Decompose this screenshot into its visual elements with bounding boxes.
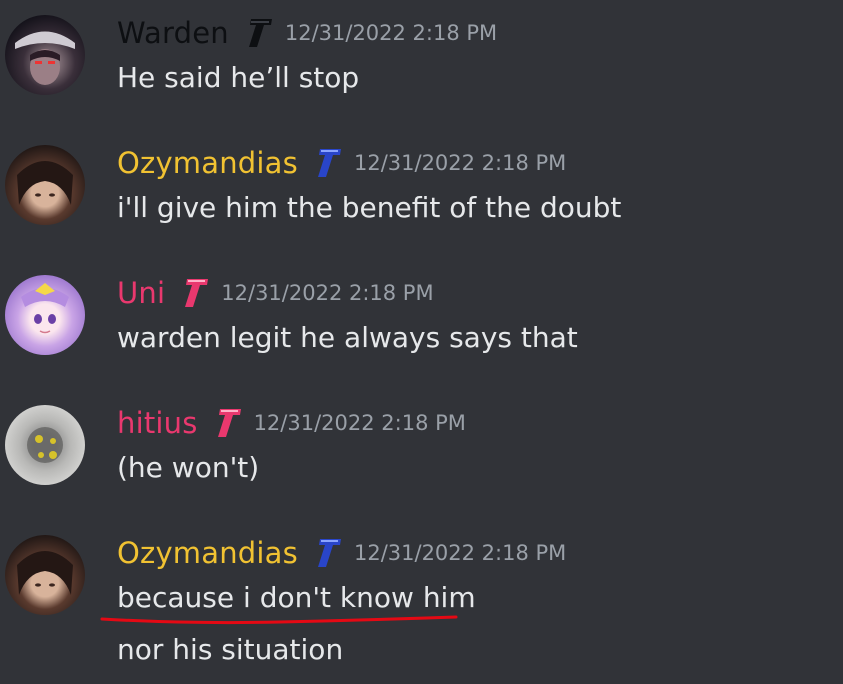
- timestamp[interactable]: 12/31/2022 2:18 PM: [354, 151, 566, 175]
- avatar[interactable]: [5, 275, 85, 355]
- t-badge-icon[interactable]: [179, 276, 211, 310]
- message-text: nor his situation: [117, 633, 344, 666]
- timestamp[interactable]: 12/31/2022 2:18 PM: [285, 21, 497, 45]
- timestamp[interactable]: 12/31/2022 2:18 PM: [221, 281, 433, 305]
- message-header: Ozymandias 12/31/2022 2:18 PM: [117, 533, 566, 573]
- username[interactable]: Uni: [117, 276, 165, 310]
- t-badge-icon[interactable]: [312, 146, 344, 180]
- message-header: hitius 12/31/2022 2:18 PM: [117, 403, 466, 443]
- red-underline-annotation: [100, 615, 458, 625]
- message-header: Uni 12/31/2022 2:18 PM: [117, 273, 434, 313]
- message-text: He said he’ll stop: [117, 61, 360, 94]
- t-badge-icon[interactable]: [312, 536, 344, 570]
- timestamp[interactable]: 12/31/2022 2:18 PM: [254, 411, 466, 435]
- timestamp[interactable]: 12/31/2022 2:18 PM: [354, 541, 566, 565]
- message-header: Ozymandias 12/31/2022 2:18 PM: [117, 143, 566, 183]
- username[interactable]: hitius: [117, 406, 198, 440]
- t-badge-icon[interactable]: [243, 16, 275, 50]
- username[interactable]: Ozymandias: [117, 536, 298, 570]
- avatar[interactable]: [5, 15, 85, 95]
- avatar[interactable]: [5, 535, 85, 615]
- avatar[interactable]: [5, 405, 85, 485]
- t-badge-icon[interactable]: [212, 406, 244, 440]
- username[interactable]: Warden: [117, 16, 229, 50]
- message-header: Warden 12/31/2022 2:18 PM: [117, 13, 497, 53]
- username[interactable]: Ozymandias: [117, 146, 298, 180]
- avatar[interactable]: [5, 145, 85, 225]
- message-text: warden legit he always says that: [117, 321, 578, 354]
- message-text: (he won't): [117, 451, 260, 484]
- message-text: because i don't know him: [117, 581, 476, 614]
- message-text: i'll give him the benefit of the doubt: [117, 191, 622, 224]
